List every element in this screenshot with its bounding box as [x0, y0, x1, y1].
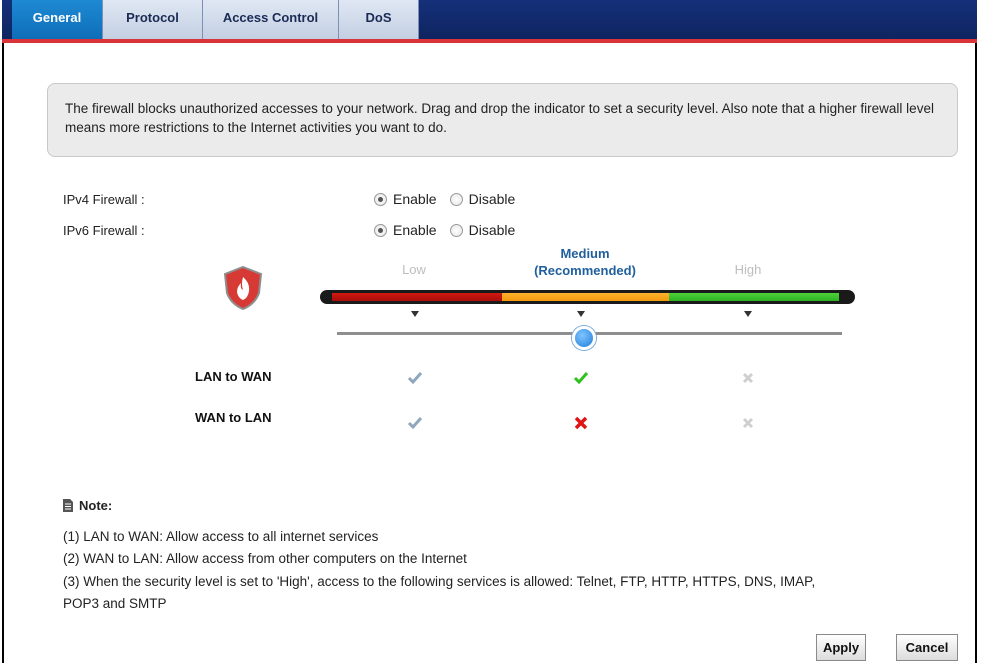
check-gray-icon	[407, 372, 423, 385]
note-line: (2) WAN to LAN: Allow access from other …	[63, 551, 467, 566]
tab-dos[interactable]: DoS	[339, 0, 419, 39]
note-icon	[63, 499, 73, 512]
wan-to-lan-label: WAN to LAN	[195, 410, 272, 425]
cross-gray-icon	[742, 372, 754, 384]
ipv4-enable-radio[interactable]	[374, 192, 387, 206]
ipv4-firewall-radio-group: Enable Disable	[374, 191, 528, 207]
ipv6-firewall-radio-group: Enable Disable	[374, 222, 528, 238]
level-low-segment	[332, 293, 502, 301]
ipv6-firewall-label: IPv6 Firewall :	[63, 223, 145, 238]
ipv4-enable-label: Enable	[393, 191, 437, 207]
ipv4-firewall-label: IPv4 Firewall :	[63, 192, 145, 207]
medium-pointer-icon	[577, 311, 585, 317]
note-header: Note:	[62, 498, 112, 513]
cross-gray-icon	[742, 417, 754, 429]
lan-to-wan-label: LAN to WAN	[195, 369, 272, 384]
level-medium-recommended: (Recommended)	[534, 263, 636, 278]
security-level-slider-handle[interactable]	[572, 326, 596, 350]
cancel-button[interactable]: Cancel	[896, 634, 958, 661]
level-high-segment	[669, 293, 839, 301]
level-medium-segment	[502, 293, 669, 301]
tab-general[interactable]: General	[12, 0, 103, 39]
firewall-shield-icon	[223, 265, 263, 311]
note-line: (1) LAN to WAN: Allow access to all inte…	[63, 529, 379, 544]
high-pointer-icon	[744, 311, 752, 317]
tab-access-control[interactable]: Access Control	[203, 0, 339, 39]
ipv4-disable-radio[interactable]	[449, 192, 463, 206]
tab-bar: General Protocol Access Control DoS	[2, 0, 977, 43]
level-medium-label: Medium (Recommended)	[515, 245, 655, 279]
firewall-description: The firewall blocks unauthorized accesse…	[47, 83, 958, 157]
check-gray-icon	[407, 417, 423, 430]
ipv4-disable-label: Disable	[468, 191, 516, 207]
check-green-icon	[573, 372, 589, 385]
note-line: POP3 and SMTP	[63, 596, 167, 611]
note-title: Note:	[79, 498, 113, 513]
note-line: (3) When the security level is set to 'H…	[63, 574, 816, 589]
ipv6-disable-label: Disable	[468, 222, 516, 238]
ipv6-enable-label: Enable	[393, 222, 437, 238]
level-medium-title: Medium	[560, 246, 610, 261]
cross-red-icon	[574, 416, 588, 430]
level-low-label: Low	[402, 262, 426, 277]
ipv6-disable-radio[interactable]	[449, 223, 463, 237]
security-level-bar	[320, 290, 855, 304]
tab-protocol[interactable]: Protocol	[103, 0, 203, 39]
ipv6-enable-radio[interactable]	[374, 223, 387, 237]
low-pointer-icon	[411, 311, 419, 317]
apply-button[interactable]: Apply	[816, 634, 866, 661]
level-high-label: High	[734, 262, 762, 277]
